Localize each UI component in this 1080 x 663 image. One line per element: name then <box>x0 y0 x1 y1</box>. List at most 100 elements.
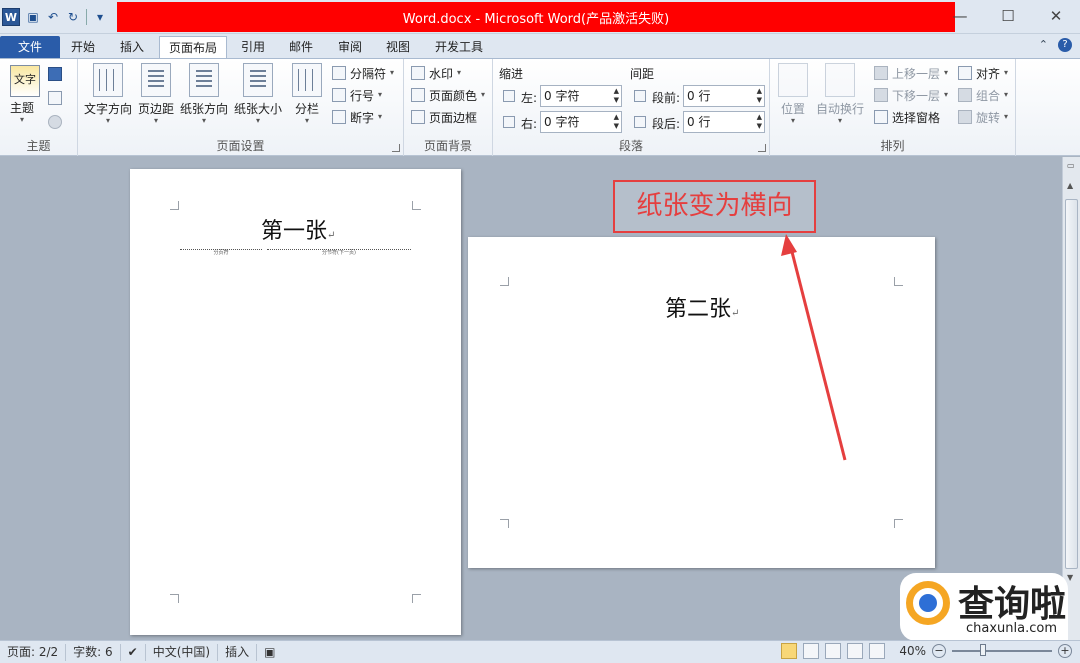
word-logo-icon[interactable]: W <box>2 8 20 26</box>
site-watermark: 查询啦 chaxunla.com <box>900 573 1068 641</box>
minimize-button[interactable]: — <box>936 0 984 32</box>
spacing-before-input[interactable]: 0 行 ▲ ▼ <box>683 85 765 107</box>
group-button[interactable]: 组合 ▾ <box>958 85 1008 105</box>
scroll-down-icon[interactable]: ▼ <box>1067 573 1073 582</box>
breaks-button[interactable]: 分隔符 ▾ <box>332 63 394 83</box>
page-borders-button[interactable]: 页面边框 <box>411 107 477 127</box>
page-2[interactable]: 第二张↵ <box>468 237 935 568</box>
zoom-out-icon[interactable]: − <box>932 644 946 658</box>
paragraph-launcher-icon[interactable] <box>758 144 766 152</box>
theme-effects-icon[interactable] <box>48 115 62 129</box>
line-numbers-label: 行号 <box>350 88 375 103</box>
spacing-after-input[interactable]: 0 行 ▲ ▼ <box>683 111 765 133</box>
section-break-mark: 分节符(下一页) <box>267 249 411 256</box>
page-1-heading[interactable]: 第一张↵ <box>261 213 335 245</box>
draft-view-icon[interactable] <box>869 643 886 659</box>
indent-left-input[interactable]: 0 字符 ▲ ▼ <box>540 85 622 107</box>
scroll-thumb[interactable] <box>1065 199 1078 569</box>
redo-icon[interactable]: ↻ <box>66 10 80 24</box>
vertical-scrollbar[interactable]: ▭ ▲ ▼ <box>1062 157 1080 640</box>
spinner-arrows-icon[interactable]: ▲ ▼ <box>757 87 762 105</box>
watermark-icon <box>411 66 425 80</box>
spacing-before-label: 段前: <box>652 91 681 105</box>
spinner-arrows-icon[interactable]: ▲ ▼ <box>614 113 619 131</box>
window-controls: — ☐ ✕ <box>936 0 1080 32</box>
zoom-level[interactable]: 40% <box>899 644 926 658</box>
save-icon[interactable]: ▣ <box>26 10 40 24</box>
hyphenation-icon <box>332 110 346 124</box>
hyphenation-button[interactable]: 断字 ▾ <box>332 107 382 127</box>
selection-pane-button[interactable]: 选择窗格 <box>874 107 940 127</box>
watermark-url: chaxunla.com <box>966 621 1057 636</box>
orientation-button[interactable]: 纸张方向 ▾ <box>180 63 228 125</box>
ribbon: 文字 主题 ▾ 主题 文字方向 ▾ 页边距 ▾ 纸张方向 ▾ 纸张大小 ▾ 分栏… <box>0 58 1080 156</box>
spinner-arrows-icon[interactable]: ▲ ▼ <box>614 87 619 105</box>
language[interactable]: 中文(中国) <box>146 643 219 661</box>
columns-button[interactable]: 分栏 ▾ <box>292 63 322 125</box>
page-setup-launcher-icon[interactable] <box>392 144 400 152</box>
title-bar: W ▣ ↶ ↻ ▾ Word.docx - Microsoft Word(产品激… <box>0 0 1080 34</box>
status-bar: 页面: 2/2 字数: 6 ✔ 中文(中国) 插入 ▣ 40% − + <box>0 640 1080 663</box>
word-count[interactable]: 字数: 6 <box>66 643 121 661</box>
spinner-arrows-icon[interactable]: ▲ ▼ <box>757 113 762 131</box>
zoom-slider[interactable] <box>952 644 1052 656</box>
line-numbers-icon <box>332 88 346 102</box>
margins-icon <box>141 63 171 97</box>
wrap-text-button[interactable]: 自动换行 ▾ <box>816 63 864 125</box>
insert-mode[interactable]: 插入 <box>218 643 258 661</box>
tab-developer[interactable]: 开发工具 <box>426 36 492 58</box>
theme-colors-icon[interactable] <box>48 67 62 81</box>
outline-view-icon[interactable] <box>847 643 864 659</box>
indent-title: 缩进 <box>499 67 524 81</box>
indent-right-input[interactable]: 0 字符 ▲ ▼ <box>540 111 622 133</box>
undo-icon[interactable]: ↶ <box>46 10 60 24</box>
page-2-heading[interactable]: 第二张↵ <box>665 291 739 323</box>
themes-icon[interactable]: 文字 <box>10 65 40 97</box>
tab-references[interactable]: 引用 <box>232 36 274 58</box>
zoom-in-icon[interactable]: + <box>1058 644 1072 658</box>
maximize-button[interactable]: ☐ <box>984 0 1032 32</box>
full-screen-reading-icon[interactable] <box>803 643 820 659</box>
page-color-button[interactable]: 页面颜色 ▾ <box>411 85 485 105</box>
proofing-icon[interactable]: ✔ <box>121 643 146 661</box>
print-layout-view-icon[interactable] <box>781 643 798 659</box>
help-icon[interactable]: ? <box>1058 38 1072 52</box>
tab-page-layout[interactable]: 页面布局 <box>159 36 228 58</box>
rotate-button[interactable]: 旋转 ▾ <box>958 107 1008 127</box>
minimize-ribbon-icon[interactable]: ⌃ <box>1039 38 1048 52</box>
size-button[interactable]: 纸张大小 ▾ <box>234 63 282 125</box>
ruler-toggle-icon[interactable]: ▭ <box>1067 161 1075 170</box>
size-label: 纸张大小 <box>234 102 283 116</box>
document-area[interactable]: 第一张↵ 分页符 分节符(下一页) 第二张↵ <box>0 157 1062 640</box>
margin-corner <box>894 519 903 528</box>
send-backward-button[interactable]: 下移一层 ▾ <box>874 85 948 105</box>
paragraph-mark: ↵ <box>327 230 336 241</box>
line-numbers-button[interactable]: 行号 ▾ <box>332 85 382 105</box>
watermark-button[interactable]: 水印 ▾ <box>411 63 461 83</box>
text-direction-button[interactable]: 文字方向 ▾ <box>84 63 132 125</box>
scroll-up-icon[interactable]: ▲ <box>1067 181 1073 190</box>
page-count[interactable]: 页面: 2/2 <box>0 643 67 661</box>
themes-button[interactable]: 主题 ▾ <box>10 99 34 124</box>
align-button[interactable]: 对齐 ▾ <box>958 63 1008 83</box>
macro-record-icon[interactable]: ▣ <box>257 644 282 661</box>
tab-insert[interactable]: 插入 <box>111 36 153 58</box>
selection-pane-label: 选择窗格 <box>892 110 941 125</box>
tab-file[interactable]: 文件 <box>0 36 60 58</box>
zoom-slider-thumb[interactable] <box>980 644 986 656</box>
bring-forward-button[interactable]: 上移一层 ▾ <box>874 63 948 83</box>
margins-button[interactable]: 页边距 ▾ <box>138 63 174 125</box>
columns-icon <box>292 63 322 97</box>
web-layout-icon[interactable] <box>825 643 842 659</box>
position-button[interactable]: 位置 ▾ <box>778 63 808 125</box>
customize-icon[interactable]: ▾ <box>93 10 107 24</box>
page-borders-icon <box>411 110 425 124</box>
tab-review[interactable]: 审阅 <box>329 36 371 58</box>
close-button[interactable]: ✕ <box>1032 0 1080 32</box>
indent-left-label: 左: <box>521 91 538 105</box>
page-1[interactable]: 第一张↵ 分页符 分节符(下一页) <box>130 169 461 635</box>
tab-home[interactable]: 开始 <box>62 36 104 58</box>
tab-view[interactable]: 视图 <box>377 36 419 58</box>
tab-mailings[interactable]: 邮件 <box>280 36 322 58</box>
theme-fonts-icon[interactable] <box>48 91 62 105</box>
